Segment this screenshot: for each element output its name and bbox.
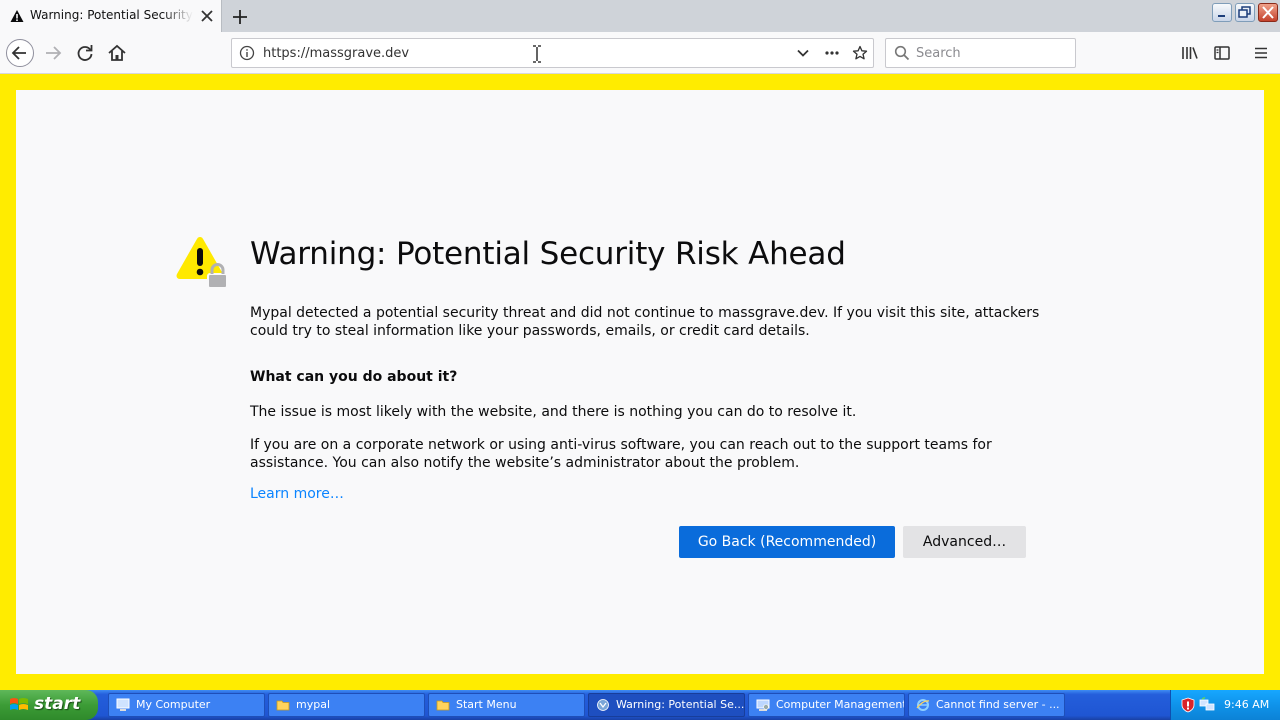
learn-more-link[interactable]: Learn more… [250, 486, 344, 502]
advanced-button[interactable]: Advanced… [903, 526, 1026, 558]
search-icon [894, 45, 910, 61]
taskbar-item-label: Cannot find server - ... [936, 698, 1060, 711]
close-icon [1262, 6, 1274, 19]
navigation-toolbar: https://massgrave.dev [0, 32, 1280, 74]
arrow-right-icon [46, 46, 62, 60]
system-tray: 9:46 AM [1170, 690, 1280, 720]
warning-icon [10, 10, 24, 22]
windows-logo-icon [10, 698, 28, 710]
new-tab-icon[interactable] [231, 8, 249, 26]
home-icon [108, 44, 126, 61]
taskbar-item-my-computer[interactable]: My Computer [108, 693, 265, 717]
error-page: Warning: Potential Security Risk Ahead M… [16, 90, 1264, 674]
taskbar-item-mypal-folder[interactable]: mypal [268, 693, 425, 717]
tab-strip: Warning: Potential Security Risk Ahead [0, 0, 1280, 32]
clock: 9:46 AM [1224, 698, 1270, 711]
taskbar-item-label: mypal [296, 698, 331, 711]
restore-button[interactable] [1235, 3, 1255, 22]
arrow-left-icon [11, 46, 26, 60]
start-label: start [34, 694, 81, 714]
reload-icon [77, 45, 93, 61]
minimize-button[interactable] [1212, 3, 1232, 22]
network-icon[interactable] [1199, 697, 1215, 713]
management-icon [756, 699, 770, 711]
subheading: What can you do about it? [250, 369, 458, 385]
warning-lock-icon [176, 237, 228, 289]
info-icon[interactable] [239, 45, 255, 61]
support-text: If you are on a corporate network or usi… [250, 437, 992, 471]
taskbar-item-cannot-find-server[interactable]: Cannot find server - ... [908, 693, 1065, 717]
taskbar-item-start-menu[interactable]: Start Menu [428, 693, 585, 717]
library-icon[interactable] [1181, 44, 1199, 62]
taskbar-item-label: Warning: Potential Se... [616, 698, 745, 711]
restore-icon [1238, 6, 1251, 18]
forward-button[interactable] [39, 39, 67, 67]
folder-icon [276, 700, 290, 711]
tab-title: Warning: Potential Security Risk Ahead [30, 8, 193, 22]
computer-icon [116, 698, 130, 711]
taskbar-item-mypal-window[interactable]: Warning: Potential Se... [588, 693, 745, 717]
start-button[interactable]: start [0, 690, 98, 720]
mypal-icon [597, 699, 609, 711]
folder-icon [436, 700, 450, 711]
intro-text: Mypal detected a potential security thre… [250, 305, 1040, 339]
menu-icon[interactable] [1252, 44, 1270, 62]
search-bar[interactable] [885, 38, 1076, 68]
reload-button[interactable] [71, 39, 99, 67]
sidebar-icon[interactable] [1213, 44, 1231, 62]
close-window-button[interactable] [1258, 3, 1278, 22]
security-warning-frame: Warning: Potential Security Risk Ahead M… [0, 74, 1280, 690]
tab-active[interactable]: Warning: Potential Security Risk Ahead [0, 0, 222, 32]
page-title: Warning: Potential Security Risk Ahead [250, 236, 846, 272]
url-bar[interactable]: https://massgrave.dev [231, 38, 874, 68]
url-text[interactable]: https://massgrave.dev [263, 46, 409, 61]
taskbar: start My Computer mypal Start Menu Warni… [0, 690, 1280, 720]
taskbar-item-computer-management[interactable]: Computer Management [748, 693, 905, 717]
search-input[interactable] [916, 44, 1066, 62]
text-cursor-icon [533, 45, 541, 63]
home-button[interactable] [103, 39, 131, 67]
taskbar-item-label: Start Menu [456, 698, 517, 711]
close-tab-icon[interactable] [200, 9, 214, 23]
page-actions-icon[interactable] [824, 45, 840, 61]
go-back-button[interactable]: Go Back (Recommended) [679, 526, 895, 558]
taskbar-item-label: Computer Management [776, 698, 905, 711]
bookmark-star-icon[interactable] [852, 45, 868, 61]
security-shield-icon[interactable] [1180, 697, 1196, 713]
minimize-icon [1218, 15, 1225, 17]
advice-text: The issue is most likely with the websit… [250, 404, 857, 420]
back-button[interactable] [6, 39, 34, 67]
chevron-down-icon[interactable] [795, 45, 811, 61]
taskbar-item-label: My Computer [136, 698, 211, 711]
ie-icon [916, 699, 930, 711]
